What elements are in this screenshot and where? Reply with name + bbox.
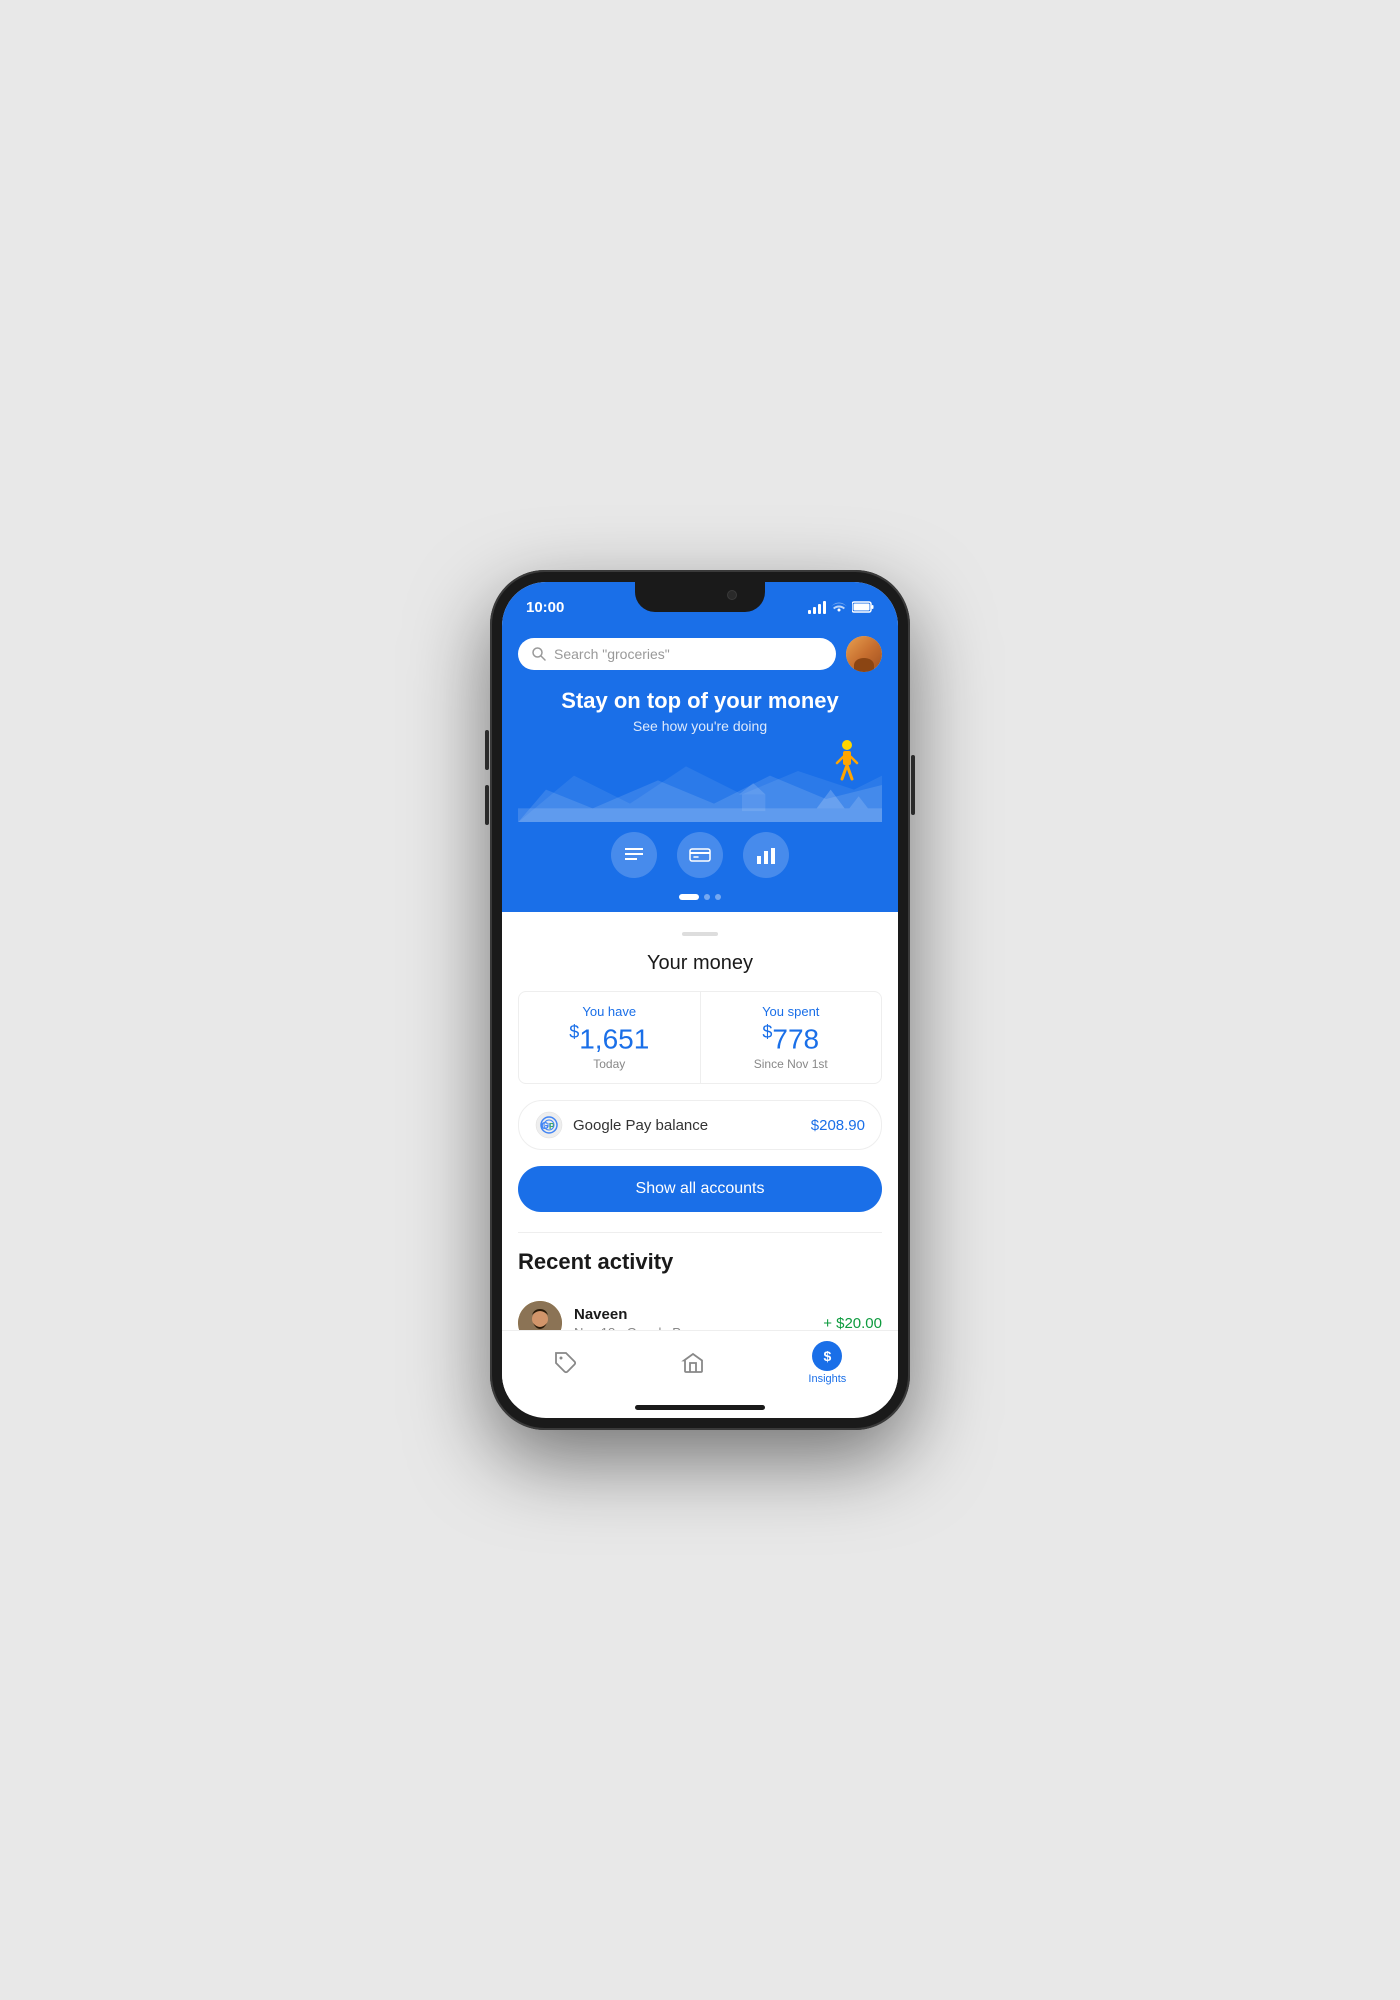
activity-item[interactable]: Naveen Nov 18 · Google Pay + $20.00	[518, 1291, 882, 1330]
recent-activity-title: Recent activity	[518, 1249, 882, 1275]
balance-amount: $208.90	[811, 1117, 865, 1134]
you-spent-label: You spent	[717, 1004, 866, 1019]
hero-illustration	[518, 742, 882, 822]
gpay-logo: G P	[535, 1111, 563, 1139]
insights-badge: $	[812, 1341, 842, 1371]
status-time: 10:00	[526, 599, 564, 616]
camera	[727, 590, 737, 600]
show-all-accounts-button[interactable]: Show all accounts	[518, 1166, 882, 1212]
notch	[635, 582, 765, 612]
you-spent-stat: You spent $778 Since Nov 1st	[700, 992, 882, 1083]
search-row: Search "groceries"	[518, 636, 882, 672]
home-icon	[681, 1351, 705, 1375]
naveen-name: Naveen	[574, 1306, 823, 1323]
you-have-amount: $1,651	[535, 1023, 684, 1053]
insights-label: Insights	[808, 1373, 846, 1385]
avatar[interactable]	[846, 636, 882, 672]
search-bar[interactable]: Search "groceries"	[518, 638, 836, 670]
you-have-period: Today	[535, 1057, 684, 1071]
drag-indicator[interactable]	[682, 932, 718, 936]
card-action-btn[interactable]	[677, 832, 723, 878]
battery-icon	[852, 601, 874, 613]
balance-label: Google Pay balance	[573, 1117, 811, 1134]
tag-icon	[554, 1351, 578, 1375]
header-section: Search "groceries" Stay on top of your m…	[502, 626, 898, 912]
bottom-nav: $ Insights	[502, 1330, 898, 1405]
carousel-dots	[518, 894, 882, 912]
divider	[518, 1232, 882, 1233]
dot-3	[715, 894, 721, 900]
you-have-stat: You have $1,651 Today	[519, 992, 700, 1083]
you-spent-period: Since Nov 1st	[717, 1057, 866, 1071]
you-spent-currency: $	[762, 1022, 772, 1042]
naveen-info: Naveen Nov 18 · Google Pay	[574, 1306, 823, 1330]
you-have-label: You have	[535, 1004, 684, 1019]
phone-device: 10:00	[490, 570, 910, 1430]
power-btn[interactable]	[911, 755, 915, 815]
you-spent-amount: $778	[717, 1023, 866, 1053]
person-illustration	[832, 737, 862, 792]
hero-text: Stay on top of your money See how you're…	[518, 688, 882, 734]
hero-subtitle: See how you're doing	[518, 718, 882, 734]
signal-icon	[808, 601, 826, 614]
naveen-amount: + $20.00	[823, 1315, 882, 1330]
chart-action-btn[interactable]	[743, 832, 789, 878]
volume-up-btn[interactable]	[485, 730, 489, 770]
content-section: Your money You have $1,651 Today You spe…	[502, 912, 898, 1330]
hero-title: Stay on top of your money	[518, 688, 882, 714]
quick-actions	[518, 822, 882, 894]
volume-down-btn[interactable]	[485, 785, 489, 825]
nav-item-pay[interactable]	[554, 1351, 578, 1375]
phone-screen: 10:00	[502, 582, 898, 1418]
wifi-icon	[831, 601, 847, 613]
nav-item-insights[interactable]: $ Insights	[808, 1341, 846, 1385]
balance-row[interactable]: G P Google Pay balance $208.90	[518, 1100, 882, 1150]
search-icon	[532, 647, 546, 661]
dot-2	[704, 894, 710, 900]
status-icons	[808, 601, 874, 614]
nav-item-home[interactable]	[681, 1351, 705, 1375]
you-have-currency: $	[569, 1022, 579, 1042]
home-indicator[interactable]	[635, 1405, 765, 1410]
naveen-avatar	[518, 1301, 562, 1330]
search-placeholder: Search "groceries"	[554, 646, 670, 662]
dot-1	[679, 894, 699, 900]
your-money-title: Your money	[518, 952, 882, 975]
transactions-action-btn[interactable]	[611, 832, 657, 878]
money-stats: You have $1,651 Today You spent $778 Sin…	[518, 991, 882, 1084]
